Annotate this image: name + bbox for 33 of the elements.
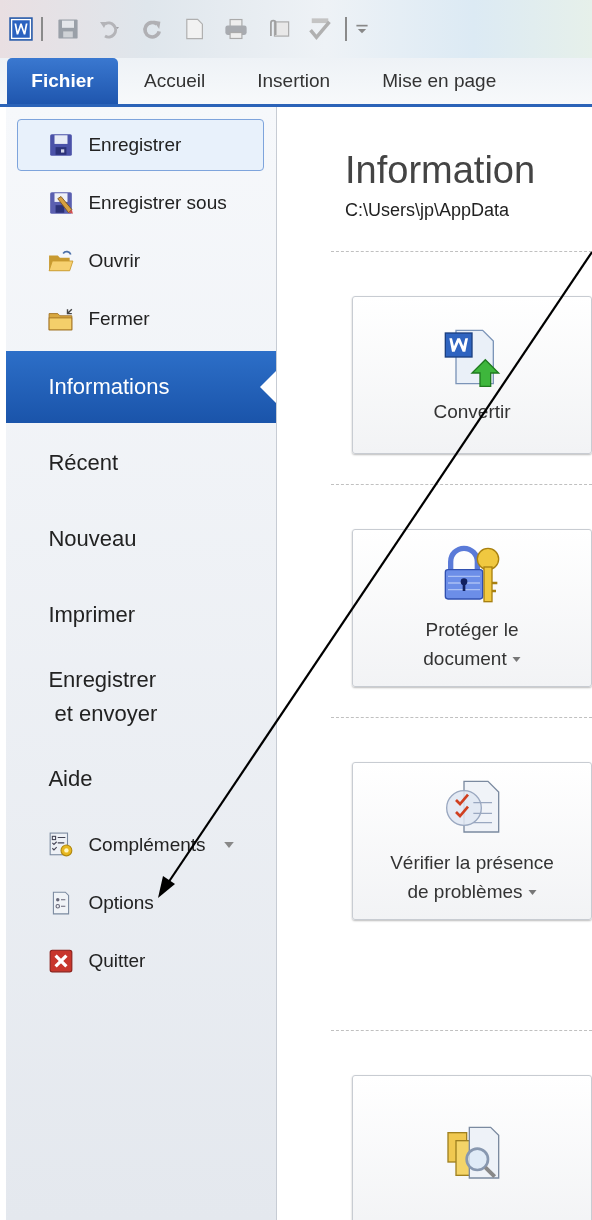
sidebar-item[interactable]: Imprimer: [6, 579, 276, 651]
sidebar-item[interactable]: Fermer: [17, 293, 264, 345]
file-path: C:\Users\jp\AppData: [344, 200, 511, 221]
ribbon-tab[interactable]: Insertion: [231, 58, 357, 104]
sidebar-item[interactable]: Enregistrer sous: [17, 177, 264, 229]
action-button[interactable]: [352, 1075, 592, 1220]
sidebar-item[interactable]: Quitter: [17, 935, 264, 987]
page-title: Information: [344, 149, 537, 192]
sidebar-item[interactable]: Récent: [6, 427, 276, 499]
sidebar-item[interactable]: Aide: [6, 743, 276, 815]
sidebar-item[interactable]: Enregistrer: [17, 119, 264, 171]
open-folder-icon: [48, 248, 75, 274]
sidebar-item[interactable]: Informations: [6, 351, 276, 423]
caret-icon: [511, 657, 521, 663]
ribbon-tab[interactable]: Accueil: [118, 58, 232, 104]
sidebar-item[interactable]: Nouveau: [6, 503, 276, 575]
spelling-check-icon[interactable]: [307, 17, 333, 41]
caret-icon: [527, 890, 537, 896]
folder-icon: [48, 306, 75, 332]
word-logo-icon[interactable]: [9, 17, 33, 41]
customize-toolbar-icon[interactable]: [355, 22, 369, 36]
sidebar-item[interactable]: Enregistrer et envoyer: [6, 655, 276, 739]
checklist-gear-icon: [48, 832, 75, 858]
caret-icon: [223, 842, 234, 848]
printer-icon[interactable]: [223, 17, 249, 41]
action-button[interactable]: Vérifier la présence de problèmes: [352, 762, 592, 920]
ribbon-tab[interactable]: Mise en page: [356, 58, 523, 104]
floppy-pencil-icon: [48, 190, 75, 216]
action-button[interactable]: Protéger le document: [352, 529, 592, 687]
close-icon: [48, 948, 75, 974]
save-icon[interactable]: [55, 17, 81, 41]
sidebar-item[interactable]: Ouvrir: [17, 235, 264, 287]
ribbon-tab[interactable]: Fichier: [7, 58, 118, 104]
